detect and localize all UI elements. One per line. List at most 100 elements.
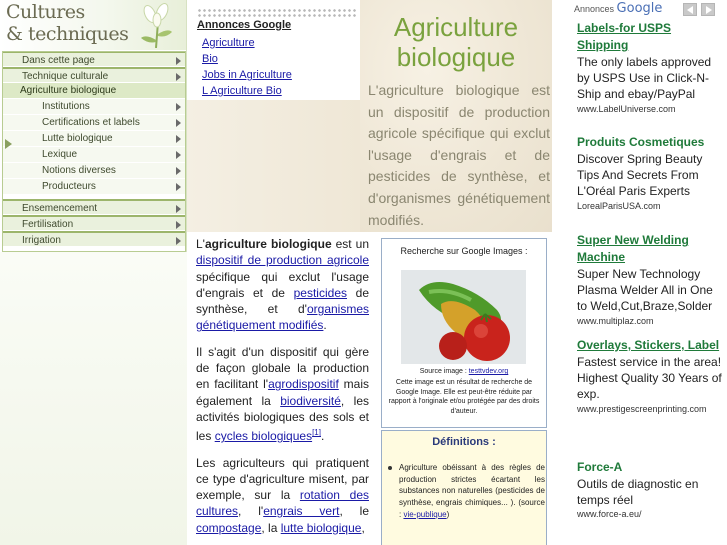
menu-item-label: Irrigation — [22, 235, 61, 246]
source-label: Source image : — [419, 368, 469, 375]
definitions-box: Définitions : Agriculture obéissant à de… — [381, 430, 547, 545]
ad-description: Discover Spring Beauty Tips And Secrets … — [577, 152, 703, 199]
text: . — [323, 318, 327, 333]
ad-title-link[interactable]: Produits Cosmetiques — [577, 134, 723, 151]
menu-item-label: Fertilisation — [22, 219, 74, 230]
paragraph-3: Les agriculteurs qui pratiquent ce type … — [196, 455, 369, 536]
paragraph-2: Il s'agit d'un dispositif qui gère de fa… — [196, 344, 369, 445]
image-caption: Cette image est un résultat de recherche… — [388, 379, 540, 415]
menu-item[interactable]: Producteurs — [2, 179, 186, 195]
text: . — [320, 429, 325, 444]
link-agrodispositif[interactable]: agrodispositif — [268, 377, 339, 391]
google-brand: Google — [616, 1, 663, 16]
ad-link-jobs[interactable]: Jobs in Agriculture — [202, 69, 292, 81]
text: , la — [261, 520, 281, 535]
image-source: Source image : testtvdev.org — [382, 368, 546, 375]
google-images-box: Recherche sur Google Images : Source ima… — [381, 238, 547, 428]
logo-line1: Cultures — [6, 1, 85, 23]
ad-url[interactable]: www.prestigescreenprinting.com — [577, 403, 723, 415]
hero-background — [187, 100, 360, 232]
sponsored-ad: Force-A Outils de diagnostic en temps rée… — [577, 459, 723, 520]
ad-link-agriculture-bio[interactable]: L Agriculture Bio — [202, 85, 282, 97]
next-arrow-icon[interactable] — [701, 3, 715, 16]
chevron-right-icon — [176, 103, 181, 111]
flower-logo-icon — [141, 3, 172, 48]
ad-link-agriculture[interactable]: Agriculture — [202, 37, 255, 49]
chevron-right-icon — [176, 167, 181, 175]
chevron-right-icon — [176, 237, 181, 245]
page-title-line1: Agriculture — [393, 12, 519, 42]
ad-url[interactable]: LorealParisUSA.com — [577, 200, 723, 212]
ad-url[interactable]: www.force-a.eu/ — [577, 508, 723, 520]
ad-description: Outils de diagnostic en temps réel — [577, 477, 699, 508]
menu-item[interactable]: Certifications et labels — [2, 115, 186, 131]
article-body: L'agriculture biologique est un disposit… — [196, 236, 369, 545]
sponsored-ad: Super New Welding Machine Super New Techn… — [577, 232, 723, 327]
chevron-right-icon — [176, 205, 181, 213]
ads-top-title[interactable]: Annonces Google — [197, 19, 291, 31]
ad-title-link[interactable]: Super New Welding Machine — [577, 232, 723, 266]
text: , l' — [238, 504, 264, 519]
bullet-icon — [388, 466, 392, 470]
logo-line2: & techniques — [6, 23, 129, 45]
vie-publique-link[interactable]: vie-publique — [403, 510, 446, 519]
link-compostage[interactable]: compostage — [196, 521, 261, 535]
current-section-arrow-icon — [5, 139, 12, 149]
link-biodiversite[interactable]: biodiversité — [280, 394, 341, 408]
link-dispositif-production[interactable]: dispositif de production agricole — [196, 253, 369, 267]
ad-title-link[interactable]: Force-A — [577, 459, 723, 476]
menu-item-label: Lutte biologique — [42, 133, 113, 144]
vegetables-photo[interactable] — [401, 270, 526, 364]
ad-link-bio[interactable]: Bio — [202, 53, 218, 65]
menu-item-label: Notions diverses — [42, 165, 116, 176]
text: L' — [196, 237, 205, 251]
menu-item-label: Certifications et labels — [42, 117, 140, 128]
reference-link[interactable]: [1] — [312, 428, 321, 437]
google-ads-top: Annonces Google Agriculture Bio Jobs in … — [193, 0, 360, 100]
dots-decoration — [197, 8, 357, 17]
menu-item-label: Agriculture biologique — [20, 85, 117, 96]
sponsored-ad: Labels-for USPS Shipping The only labels … — [577, 20, 723, 115]
menu-item-label: Lexique — [42, 149, 78, 160]
intro-text: L'agriculture biologique est un disposit… — [368, 82, 550, 228]
link-cycles-biologiques[interactable]: cycles biologiques — [215, 429, 312, 443]
ad-title-link[interactable]: Overlays, Stickers, Label — [577, 337, 723, 354]
left-sidebar: Cultures & techniques Dans cette page Tec… — [0, 0, 187, 545]
menu-item-label: Institutions — [42, 101, 90, 112]
ad-description: Fastest service in the area! Highest Qua… — [577, 355, 722, 402]
chevron-right-icon — [176, 73, 181, 81]
ad-title-link[interactable]: Labels-for USPS Shipping — [577, 20, 723, 54]
ad-description: Super New Technology Plasma Welder All i… — [577, 267, 713, 314]
menu-item[interactable]: Technique culturale — [2, 67, 186, 83]
chevron-right-icon — [176, 119, 181, 127]
text: , le — [339, 504, 370, 519]
link-engrais-vert[interactable]: engrais vert — [263, 504, 339, 518]
ads-header[interactable]: Annonces Google — [574, 1, 662, 16]
peppers-tomato-image — [401, 270, 526, 364]
sponsored-ad: Produits Cosmetiques Discover Spring Beau… — [577, 134, 723, 212]
menu-item[interactable]: Institutions — [2, 99, 186, 115]
ad-url[interactable]: www.LabelUniverse.com — [577, 103, 723, 115]
menu-item[interactable]: Lutte biologique — [2, 131, 186, 147]
bold-term: agriculture biologique — [204, 237, 332, 251]
menu-item[interactable]: Lexique — [2, 147, 186, 163]
link-lutte-biologique[interactable]: lutte biologique — [281, 521, 362, 535]
link-pesticides[interactable]: pesticides — [294, 286, 347, 300]
menu-item[interactable]: Ensemencement — [2, 199, 186, 215]
nav-menu: Dans cette page Technique culturale Agricu… — [2, 51, 186, 247]
sponsored-ad: Overlays, Stickers, Label Fastest service… — [577, 337, 723, 415]
ad-description: The only labels approved by USPS Use in … — [577, 55, 712, 102]
menu-item[interactable]: Dans cette page — [2, 51, 186, 67]
menu-item[interactable]: Notions diverses — [2, 163, 186, 179]
page-title-line2: biologique — [396, 42, 516, 72]
chevron-right-icon — [176, 151, 181, 159]
images-box-title: Recherche sur Google Images : — [400, 246, 528, 256]
site-logo[interactable]: Cultures & techniques — [0, 0, 186, 50]
ad-url[interactable]: www.multiplaz.com — [577, 315, 723, 327]
menu-item[interactable]: Fertilisation — [2, 215, 186, 231]
menu-item[interactable]: Irrigation — [2, 231, 186, 247]
menu-item[interactable]: Agriculture biologique — [2, 83, 186, 99]
definition-text: Agriculture obéissant à des règles de pr… — [399, 462, 545, 521]
prev-arrow-icon[interactable] — [683, 3, 697, 16]
source-link[interactable]: testtvdev.org — [469, 368, 509, 375]
